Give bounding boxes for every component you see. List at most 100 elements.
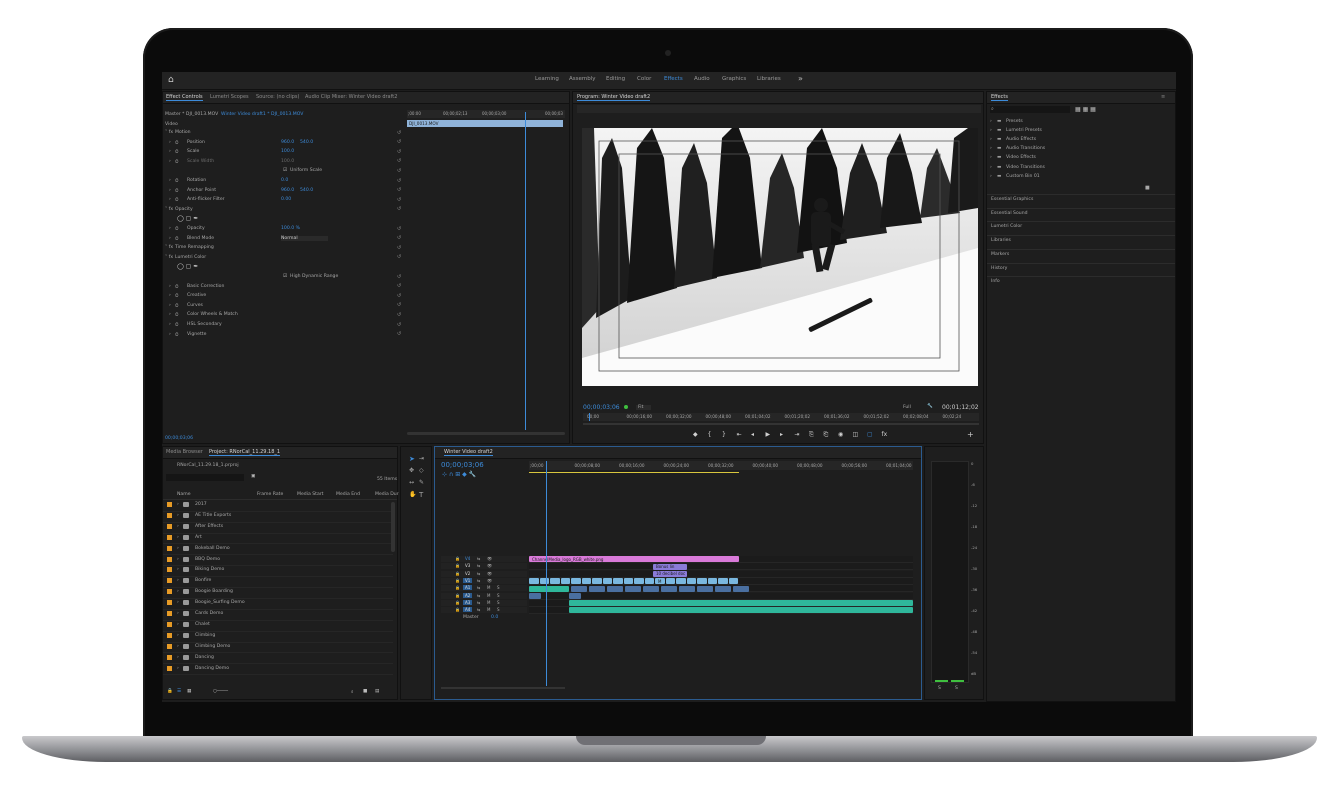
export-frame-icon[interactable]: ◉ xyxy=(838,431,843,438)
bin-expand-icon[interactable]: › xyxy=(177,557,179,562)
track-header-v3[interactable]: 🔒 V3 ⇆ 👁 xyxy=(441,563,527,570)
solo-left[interactable]: S xyxy=(938,686,941,691)
quality-select[interactable]: Full xyxy=(903,405,911,410)
play-icon[interactable]: ▶ xyxy=(766,431,771,438)
mute-icon[interactable]: M xyxy=(487,607,490,612)
clip-v1-segment[interactable] xyxy=(560,578,570,585)
effects-section-markers[interactable]: Markers xyxy=(991,252,1009,257)
clip-a3-music[interactable] xyxy=(569,600,913,607)
tree-expand-icon[interactable]: › xyxy=(990,155,992,160)
ec-chevron-icon[interactable]: › xyxy=(169,226,171,231)
track-header-v1[interactable]: 🔒 V1 ⇆ 👁 xyxy=(441,577,527,584)
eye-icon[interactable]: 👁 xyxy=(487,556,492,561)
workspace-audio[interactable]: Audio xyxy=(694,76,710,82)
effects-tree-item[interactable]: Audio Transitions xyxy=(1006,146,1045,151)
stopwatch-icon[interactable]: ⏱ xyxy=(175,197,179,203)
sync-lock-icon[interactable]: ⇆ xyxy=(477,556,480,561)
clip-v1-segment[interactable] xyxy=(550,578,560,585)
clip-a1-segment[interactable] xyxy=(697,585,713,592)
clip-v1-segment[interactable] xyxy=(676,578,686,585)
clip-v1-segment[interactable] xyxy=(529,578,539,585)
eye-icon[interactable]: 👁 xyxy=(487,571,492,576)
ec-chevron-icon[interactable]: › xyxy=(169,178,171,183)
preset-filter-icons[interactable]: ▦ ▦ ▦ xyxy=(1075,106,1096,113)
ec-chevron-icon[interactable]: › xyxy=(169,236,171,241)
tab-program[interactable]: Program: Winter Video draft2 xyxy=(577,94,651,101)
clip-v1-segment[interactable] xyxy=(613,578,623,585)
track-target[interactable]: A3 xyxy=(463,599,473,605)
reset-icon[interactable]: ↺ xyxy=(397,274,401,280)
ec-expand-icon[interactable]: ˅ fx xyxy=(165,255,173,260)
effect-row-value-2[interactable]: 540.0 xyxy=(300,188,313,193)
clip-logo-png[interactable]: ChannelMedia_logo_RGB_white.png xyxy=(529,556,739,563)
effect-row-value[interactable]: 0.0 xyxy=(281,178,288,183)
reset-icon[interactable]: ↺ xyxy=(397,197,401,203)
bin-expand-icon[interactable]: › xyxy=(177,644,179,649)
new-bin-button-icon[interactable]: ■ xyxy=(363,689,367,694)
bin-expand-icon[interactable]: › xyxy=(177,524,179,529)
effects-tree-item[interactable]: Lumetri Presets xyxy=(1006,128,1042,133)
track-target[interactable]: V2 xyxy=(463,571,472,576)
track-lock-icon[interactable]: 🔒 xyxy=(455,600,460,605)
reset-icon[interactable]: ↺ xyxy=(397,149,401,155)
clip-v1-segment[interactable] xyxy=(644,578,654,585)
bin-expand-icon[interactable]: › xyxy=(177,622,179,627)
ec-chevron-icon[interactable]: › xyxy=(169,140,171,145)
razor-tool-icon[interactable]: ◇ xyxy=(419,467,424,474)
project-bin-row[interactable]: › Dancing Demo xyxy=(163,664,393,676)
tab-media-browser[interactable]: Media Browser xyxy=(166,449,203,455)
col-media-dur[interactable]: Media Dur xyxy=(375,492,399,497)
reset-icon[interactable]: ↺ xyxy=(397,206,401,212)
find-icon[interactable]: ⌕ xyxy=(351,689,354,695)
project-search-input[interactable] xyxy=(166,474,244,481)
clip-bonus[interactable]: Bonus lin xyxy=(653,563,687,570)
clip-a1[interactable] xyxy=(529,585,569,592)
stopwatch-icon[interactable]: ⏱ xyxy=(175,178,179,184)
effects-section-essential-sound[interactable]: Essential Sound xyxy=(991,211,1028,216)
effect-row-value[interactable]: 100.0 % xyxy=(281,226,300,231)
master-clip-label[interactable]: Master * DJI_0013.MOV xyxy=(165,112,218,117)
clip-10-decibel[interactable]: 10 decibel doc xyxy=(653,570,687,577)
workspace-learning[interactable]: Learning xyxy=(535,76,559,82)
sync-lock-icon[interactable]: ⇆ xyxy=(477,600,480,605)
ec-chevron-icon[interactable]: › xyxy=(169,149,171,154)
program-playhead[interactable] xyxy=(589,413,590,421)
bin-expand-icon[interactable]: › xyxy=(177,611,179,616)
overwrite-icon[interactable]: ⎗ xyxy=(824,431,829,439)
program-video-frame[interactable] xyxy=(582,128,978,386)
stopwatch-icon[interactable]: ⏱ xyxy=(175,322,179,328)
hand-tool-icon[interactable]: ✋ xyxy=(409,491,416,498)
reset-icon[interactable]: ↺ xyxy=(397,158,401,164)
reset-icon[interactable]: ↺ xyxy=(397,254,401,260)
sequence-clip-label[interactable]: Winter Video draft1 * DJI_0013.MOV xyxy=(221,112,303,117)
clip-v1-segment[interactable] xyxy=(592,578,602,585)
effects-tree-item[interactable]: Presets xyxy=(1006,119,1023,124)
workspace-editing[interactable]: Editing xyxy=(606,76,625,82)
clip-v1-segment[interactable] xyxy=(707,578,717,585)
sync-lock-icon[interactable]: ⇆ xyxy=(477,571,480,576)
workspace-effects[interactable]: Effects xyxy=(664,76,683,82)
ec-clip-bar[interactable]: DJI_0013.MOV xyxy=(407,120,563,127)
ec-playhead[interactable] xyxy=(525,112,526,430)
track-target[interactable]: V3 xyxy=(463,563,472,568)
track-header-a2[interactable]: 🔒 A2 ⇆ M S xyxy=(441,592,527,599)
track-header-a4[interactable]: 🔒 A4 ⇆ M S xyxy=(441,607,527,614)
ec-chevron-icon[interactable]: › xyxy=(169,312,171,317)
clip-a1-segment[interactable] xyxy=(589,585,605,592)
tree-expand-icon[interactable]: › xyxy=(990,137,992,142)
icon-view-icon[interactable]: ▦ xyxy=(187,689,191,694)
reset-icon[interactable]: ↺ xyxy=(397,226,401,232)
track-lane-v3[interactable] xyxy=(529,563,913,571)
tab-lumetri-scopes[interactable]: Lumetri Scopes xyxy=(210,94,249,100)
ec-expand-icon[interactable]: ˅ fx xyxy=(165,130,173,135)
timeline-timecode[interactable]: 00;00;03;06 xyxy=(441,461,484,469)
go-to-out-icon[interactable]: ⇥ xyxy=(795,431,800,438)
tab-source[interactable]: Source: (no clips) xyxy=(256,94,299,100)
insert-icon[interactable]: ⎘ xyxy=(809,431,814,439)
bin-expand-icon[interactable]: › xyxy=(177,589,179,594)
zoom-slider[interactable]: ○──── xyxy=(213,689,228,694)
eye-icon[interactable]: 👁 xyxy=(487,563,492,568)
track-lock-icon[interactable]: 🔒 xyxy=(455,571,460,576)
effects-search-input[interactable]: ⌕ xyxy=(990,106,1070,113)
bin-expand-icon[interactable]: › xyxy=(177,513,179,518)
